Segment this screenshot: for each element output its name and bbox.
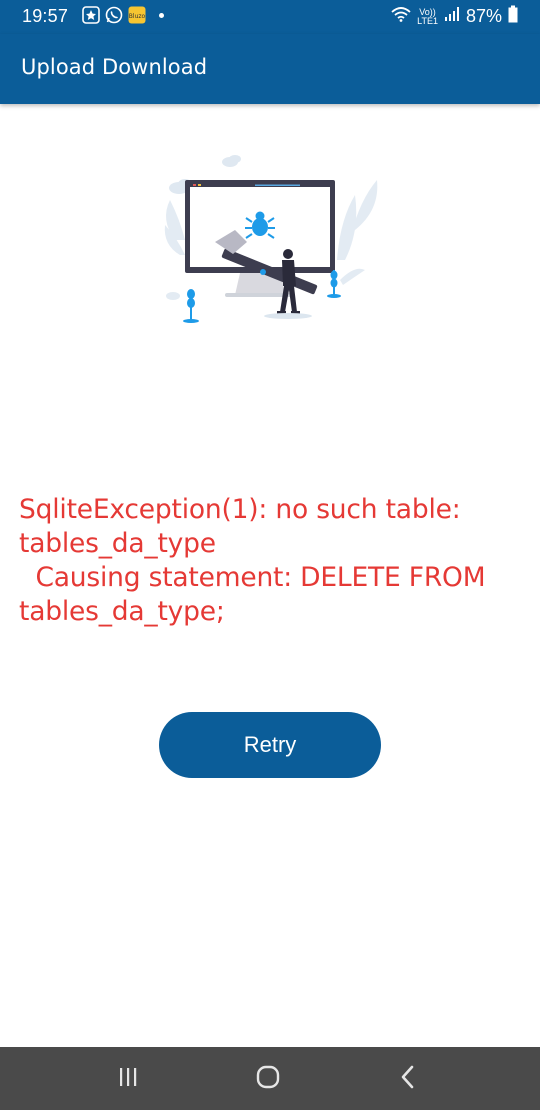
battery-percentage: 87% (465, 6, 502, 26)
signal-icon (444, 6, 460, 27)
home-icon (255, 1064, 281, 1095)
battery-icon (508, 5, 518, 28)
recent-apps-icon (117, 1066, 139, 1093)
whatsapp-icon (105, 6, 123, 24)
svg-text:Bluzo: Bluzo (129, 13, 146, 20)
monitor-icon (185, 180, 335, 297)
system-navigation-bar (0, 1047, 540, 1110)
retry-button[interactable]: Retry (159, 712, 381, 778)
notification-dot (159, 12, 164, 18)
app-notification-icon (82, 6, 100, 24)
status-icons-right: Vo)) LTE1 87% (391, 5, 518, 28)
status-icons-left: Bluzo (82, 6, 164, 24)
home-button[interactable] (238, 1059, 298, 1099)
page-title: Upload Download (21, 55, 208, 79)
recent-apps-button[interactable] (98, 1059, 158, 1099)
status-bar: 19:57 Bluzo Vo)) LTE1 87% (0, 0, 540, 34)
bug-fixing-illustration (155, 150, 385, 330)
app-bar: Upload Download (0, 34, 540, 104)
status-time: 19:57 (22, 6, 69, 26)
back-icon (397, 1064, 419, 1095)
volte-lte-icon: Vo)) LTE1 (417, 7, 438, 26)
back-button[interactable] (378, 1059, 438, 1099)
network-label: LTE1 (417, 15, 438, 26)
wifi-icon (391, 5, 411, 28)
app-screen: 19:57 Bluzo Vo)) LTE1 87% Upload Downloa… (0, 0, 540, 1110)
error-message: SqliteException(1): no such table: table… (19, 494, 486, 627)
bluzo-icon: Bluzo (128, 6, 146, 24)
